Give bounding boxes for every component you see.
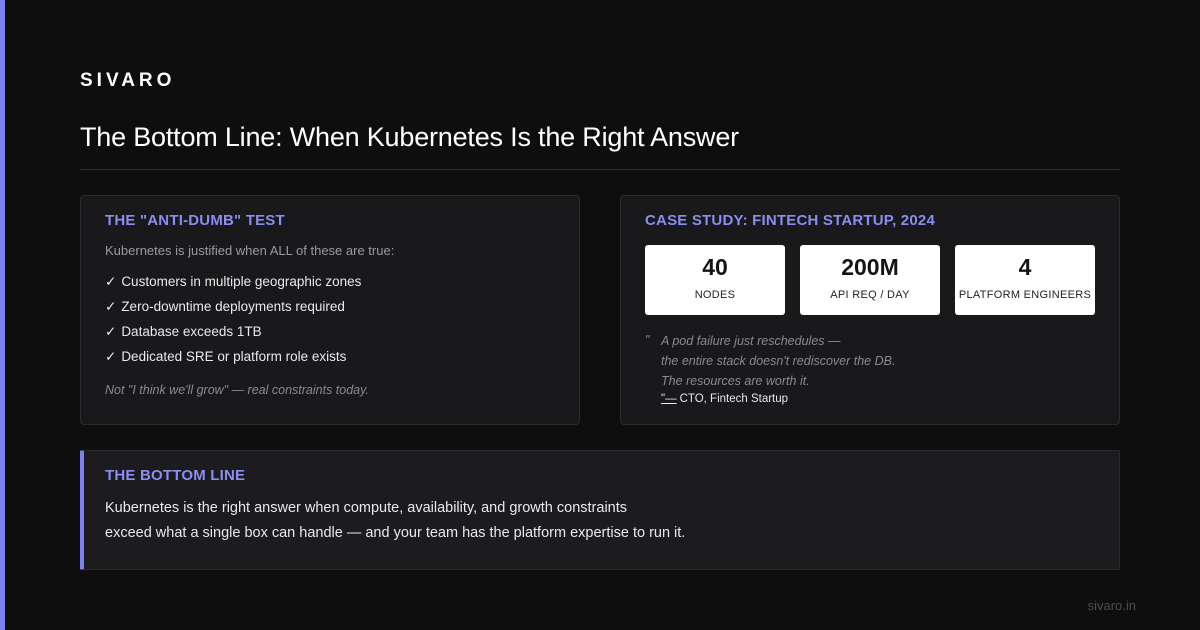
quote-line: The resources are worth it. — [661, 374, 810, 388]
stat-value: 40 — [702, 254, 728, 280]
page-title: The Bottom Line: When Kubernetes Is the … — [80, 122, 739, 152]
check-icon: ✓ — [105, 274, 117, 289]
bottom-line-text: Kubernetes is the right answer when comp… — [105, 496, 685, 546]
bottom-line-heading: THE BOTTOM LINE — [105, 467, 246, 484]
check-icon: ✓ — [105, 299, 117, 314]
accent-bar — [0, 0, 5, 630]
bottom-line-card: THE BOTTOM LINE Kubernetes is the right … — [80, 450, 1120, 570]
anti-dumb-test-card: THE "ANTI-DUMB" TEST Kubernetes is justi… — [80, 195, 580, 425]
criteria-checklist: ✓ Customers in multiple geographic zones … — [105, 273, 361, 373]
title-divider — [80, 169, 1120, 170]
stat-tile-nodes: 40 NODES — [645, 245, 785, 315]
anti-dumb-heading: THE "ANTI-DUMB" TEST — [105, 212, 285, 229]
checklist-item-label: Dedicated SRE or platform role exists — [121, 349, 347, 364]
attribution-dash: "— — [661, 393, 677, 405]
checklist-item: ✓ Zero-downtime deployments required — [105, 298, 361, 323]
quote-text: A pod failure just reschedules — the ent… — [661, 333, 961, 393]
stat-label: PLATFORM ENGINEERS — [958, 289, 1092, 301]
case-study-heading: CASE STUDY: FINTECH STARTUP, 2024 — [645, 212, 935, 229]
case-study-card: CASE STUDY: FINTECH STARTUP, 2024 40 NOD… — [620, 195, 1120, 425]
quote-attribution: "— CTO, Fintech Startup — [661, 393, 788, 405]
stats-row: 40 NODES 200M API REQ / DAY 4 PLATFORM E… — [645, 245, 1095, 315]
checklist-item-label: Customers in multiple geographic zones — [121, 274, 362, 289]
checklist-item: ✓ Dedicated SRE or platform role exists — [105, 348, 361, 373]
stat-value: 200M — [841, 254, 899, 280]
stat-tile-api-requests: 200M API REQ / DAY — [800, 245, 940, 315]
quote-mark-icon: " — [645, 333, 650, 347]
check-icon: ✓ — [105, 324, 117, 339]
bottom-line-text-line: Kubernetes is the right answer when comp… — [105, 500, 628, 516]
stat-tile-platform-engineers: 4 PLATFORM ENGINEERS — [955, 245, 1095, 315]
site-url: sivaro.in — [1087, 598, 1136, 613]
brand-logo: SIVARO — [80, 70, 176, 91]
bottom-line-text-line: exceed what a single box can handle — an… — [105, 525, 686, 541]
check-icon: ✓ — [105, 349, 117, 364]
stat-label: NODES — [694, 289, 736, 301]
checklist-item: ✓ Customers in multiple geographic zones — [105, 273, 361, 298]
anti-dumb-footnote: Not "I think we'll grow" — real constrai… — [105, 383, 369, 397]
checklist-item-label: Zero-downtime deployments required — [121, 299, 345, 314]
anti-dumb-intro: Kubernetes is justified when ALL of thes… — [105, 243, 395, 258]
checklist-item: ✓ Database exceeds 1TB — [105, 323, 361, 348]
quote-line: the entire stack doesn't rediscover the … — [661, 354, 896, 368]
stat-label: API REQ / DAY — [830, 289, 910, 301]
stat-value: 4 — [1018, 254, 1032, 280]
checklist-item-label: Database exceeds 1TB — [121, 324, 262, 339]
quote-line: A pod failure just reschedules — — [661, 334, 841, 348]
attribution-name: CTO, Fintech Startup — [679, 393, 789, 405]
